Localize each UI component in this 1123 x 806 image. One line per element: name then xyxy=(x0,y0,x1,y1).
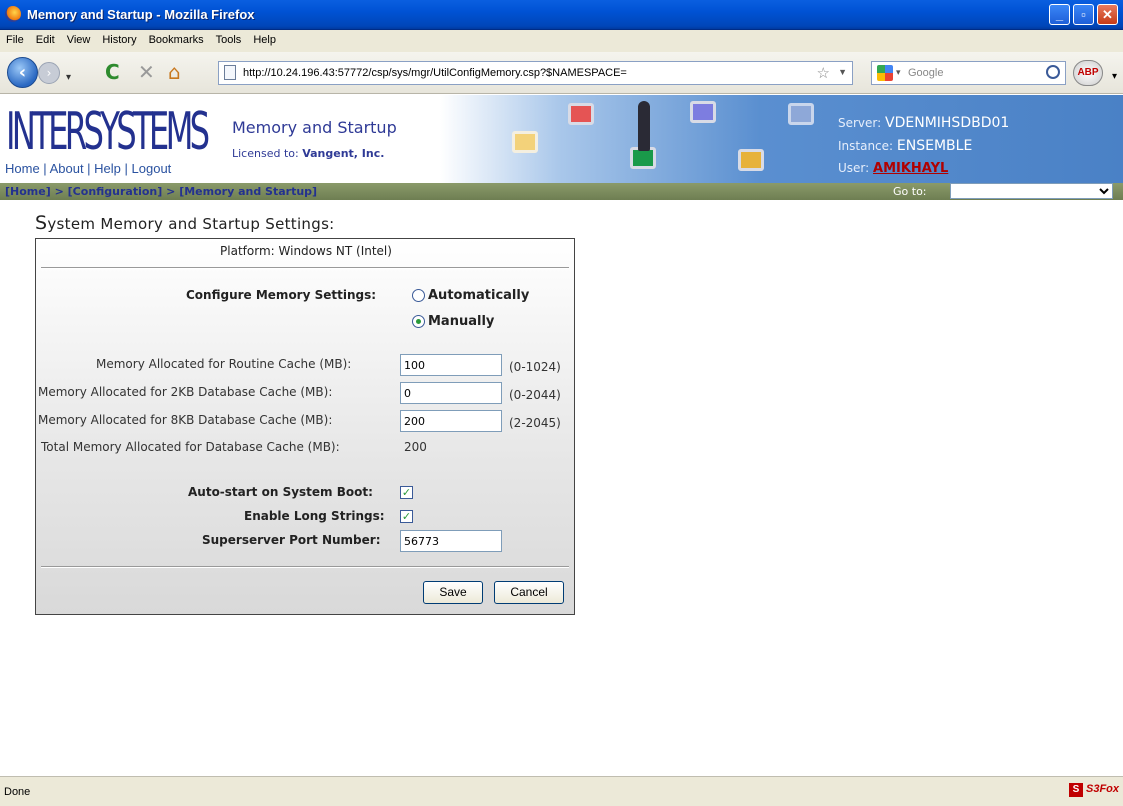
superserver-port-label: Superserver Port Number: xyxy=(202,533,381,547)
breadcrumb-current[interactable]: [Memory and Startup] xyxy=(179,185,317,198)
breadcrumb-separator: > xyxy=(54,185,64,198)
computer-icon xyxy=(690,101,716,123)
menu-history[interactable]: History xyxy=(96,30,142,46)
autostart-label: Auto-start on System Boot: xyxy=(188,485,373,499)
menu-view[interactable]: View xyxy=(61,30,97,46)
menu-file[interactable]: File xyxy=(0,30,30,46)
section-title: System Memory and Startup Settings: xyxy=(35,212,335,234)
status-bar: Done S S3Fox xyxy=(0,776,1123,806)
s3fox-addon[interactable]: S S3Fox xyxy=(1068,783,1119,797)
menu-bar: File Edit View History Bookmarks Tools Help xyxy=(0,30,1123,52)
computer-icon xyxy=(738,149,764,171)
db2kb-cache-range: (0-2044) xyxy=(509,388,561,402)
long-strings-checkbox[interactable]: ✓ xyxy=(400,510,413,523)
search-icon[interactable] xyxy=(1046,65,1060,79)
breadcrumb-separator: > xyxy=(166,185,176,198)
automatic-radio[interactable] xyxy=(412,289,425,302)
db8kb-cache-label: Memory Allocated for 8KB Database Cache … xyxy=(38,413,333,427)
autostart-checkbox[interactable]: ✓ xyxy=(400,486,413,499)
routine-cache-range: (0-1024) xyxy=(509,360,561,374)
save-button[interactable]: Save xyxy=(423,581,483,604)
reload-icon[interactable]: C xyxy=(105,61,120,83)
url-dropdown-icon[interactable]: ▼ xyxy=(838,67,847,77)
search-engine-dropdown-icon[interactable]: ▾ xyxy=(896,67,901,78)
banner-illustration xyxy=(500,95,830,183)
adblock-plus-button[interactable]: ABP xyxy=(1073,60,1103,86)
computer-icon xyxy=(512,131,538,153)
manual-label[interactable]: Manually xyxy=(428,314,494,329)
bookmark-star-icon[interactable]: ☆ xyxy=(817,64,830,82)
computer-icon xyxy=(568,103,594,125)
computer-icon xyxy=(788,103,814,125)
address-bar[interactable]: http://10.24.196.43:57772/csp/sys/mgr/Ut… xyxy=(218,61,853,85)
address-text: http://10.24.196.43:57772/csp/sys/mgr/Ut… xyxy=(243,67,627,79)
breadcrumb-home[interactable]: [Home] xyxy=(5,185,51,198)
header-banner: INTERSYSTEMS Home | About | Help | Logou… xyxy=(0,95,1123,183)
back-button[interactable]: ‹ xyxy=(7,57,38,88)
toolbar-overflow-icon[interactable]: ▾ xyxy=(1112,66,1117,88)
maximize-button[interactable]: ▫ xyxy=(1073,4,1094,25)
breadcrumb-configuration[interactable]: [Configuration] xyxy=(68,185,163,198)
search-placeholder: Google xyxy=(908,67,944,79)
menu-help[interactable]: Help xyxy=(247,30,282,46)
intersystems-logo: INTERSYSTEMS xyxy=(6,102,210,162)
menu-bookmarks[interactable]: Bookmarks xyxy=(143,30,210,46)
google-icon[interactable] xyxy=(877,65,893,81)
forward-button[interactable]: › xyxy=(38,62,60,84)
automatic-label[interactable]: Automatically xyxy=(428,288,529,303)
menu-tools[interactable]: Tools xyxy=(210,30,248,46)
browser-window: Memory and Startup - Mozilla Firefox _ ▫… xyxy=(0,0,1123,806)
total-cache-label: Total Memory Allocated for Database Cach… xyxy=(41,440,340,454)
logout-link[interactable]: Logout xyxy=(132,161,172,176)
instance-info: Instance: ENSEMBLE xyxy=(838,138,973,154)
window-title: Memory and Startup - Mozilla Firefox xyxy=(27,7,255,22)
total-cache-value: 200 xyxy=(404,440,427,454)
goto-select[interactable] xyxy=(950,183,1113,199)
page-title: Memory and Startup xyxy=(232,118,397,137)
settings-form: Platform: Windows NT (Intel) Configure M… xyxy=(35,238,575,615)
menu-edit[interactable]: Edit xyxy=(30,30,61,46)
help-link[interactable]: Help xyxy=(94,161,121,176)
navigation-toolbar: ‹ › ▾ C ✕ ⌂ http://10.24.196.43:57772/cs… xyxy=(0,52,1123,94)
status-text: Done xyxy=(4,786,31,798)
superserver-port-input[interactable]: 56773 xyxy=(400,530,502,552)
db2kb-cache-input[interactable]: 0 xyxy=(400,382,502,404)
configure-memory-label: Configure Memory Settings: xyxy=(186,288,377,302)
user-info: User: AMIKHAYL xyxy=(838,161,949,176)
history-dropdown-icon[interactable]: ▾ xyxy=(66,67,71,89)
top-links: Home | About | Help | Logout xyxy=(5,161,172,176)
close-button[interactable]: ✕ xyxy=(1097,4,1118,25)
cancel-button[interactable]: Cancel xyxy=(494,581,564,604)
user-link[interactable]: AMIKHAYL xyxy=(873,161,948,176)
search-box[interactable]: ▾ Google xyxy=(871,61,1066,85)
server-info: Server: VDENMIHSDBD01 xyxy=(838,115,1010,131)
db8kb-cache-input[interactable]: 200 xyxy=(400,410,502,432)
long-strings-label: Enable Long Strings: xyxy=(244,509,385,523)
firefox-icon xyxy=(5,6,21,22)
db2kb-cache-label: Memory Allocated for 2KB Database Cache … xyxy=(38,385,333,399)
db8kb-cache-range: (2-2045) xyxy=(509,416,561,430)
page-content: INTERSYSTEMS Home | About | Help | Logou… xyxy=(0,95,1123,776)
manual-radio[interactable] xyxy=(412,315,425,328)
person-figure xyxy=(638,101,650,151)
home-link[interactable]: Home xyxy=(5,161,40,176)
page-icon xyxy=(224,65,236,80)
stop-icon[interactable]: ✕ xyxy=(138,61,155,83)
home-icon[interactable]: ⌂ xyxy=(168,61,181,83)
breadcrumb: [Home] > [Configuration] > [Memory and S… xyxy=(0,183,1123,200)
licensed-to: Licensed to: Vangent, Inc. xyxy=(232,147,385,160)
title-bar: Memory and Startup - Mozilla Firefox _ ▫… xyxy=(0,0,1123,30)
divider xyxy=(41,566,569,568)
platform-info: Platform: Windows NT (Intel) xyxy=(220,244,392,258)
minimize-button[interactable]: _ xyxy=(1049,4,1070,25)
routine-cache-label: Memory Allocated for Routine Cache (MB): xyxy=(96,357,352,371)
about-link[interactable]: About xyxy=(50,161,84,176)
goto-label: Go to: xyxy=(893,185,927,198)
s3fox-icon: S xyxy=(1068,783,1083,797)
divider xyxy=(41,267,569,269)
routine-cache-input[interactable]: 100 xyxy=(400,354,502,376)
